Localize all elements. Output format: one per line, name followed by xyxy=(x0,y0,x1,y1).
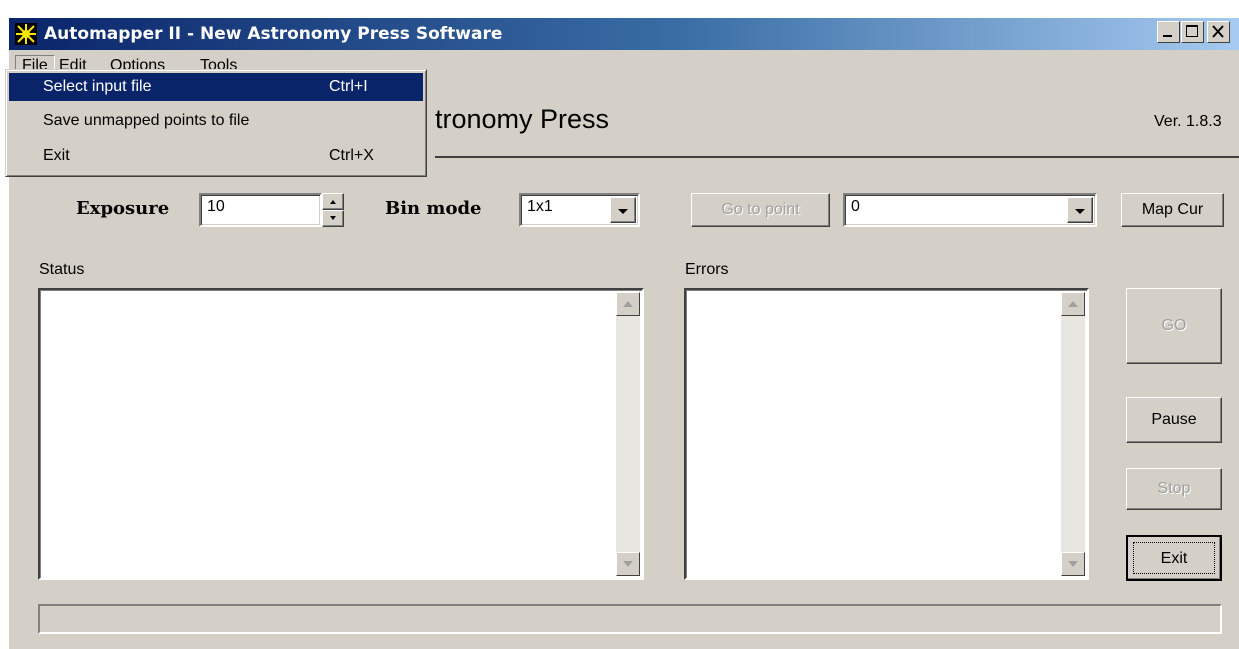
bin-mode-value: 1x1 xyxy=(527,198,553,215)
stop-button[interactable]: Stop xyxy=(1126,468,1222,510)
arrow-up-icon xyxy=(330,200,336,204)
close-button[interactable] xyxy=(1207,21,1230,43)
menu-item-label: Select input file xyxy=(43,78,152,95)
point-dropdown-button[interactable] xyxy=(1067,197,1093,223)
star-burst-icon xyxy=(15,23,37,45)
go-to-point-button[interactable]: Go to point xyxy=(691,193,830,227)
go-label: GO xyxy=(1161,317,1187,334)
map-cur-button[interactable]: Map Cur xyxy=(1121,193,1224,227)
go-to-point-label: Go to point xyxy=(721,201,800,218)
arrow-down-icon xyxy=(330,216,336,220)
errors-scroll-down[interactable] xyxy=(1061,552,1085,576)
status-scroll-up[interactable] xyxy=(616,292,640,316)
point-select[interactable]: 0 xyxy=(843,193,1097,227)
chevron-down-icon xyxy=(618,209,628,214)
menu-item-select-input-file[interactable]: Select input file Ctrl+I xyxy=(9,73,423,101)
file-menu-dropdown: Select input file Ctrl+I Save unmapped p… xyxy=(5,69,427,177)
window-title: Automapper II - New Astronomy Press Soft… xyxy=(44,24,503,44)
maximize-button[interactable] xyxy=(1181,21,1204,43)
status-scroll-down[interactable] xyxy=(616,552,640,576)
bin-mode-dropdown-button[interactable] xyxy=(610,197,636,223)
focus-indicator xyxy=(1133,542,1215,574)
bin-mode-select[interactable]: 1x1 xyxy=(519,193,640,227)
arrow-up-icon xyxy=(623,301,633,307)
exposure-spin-up[interactable] xyxy=(322,193,344,210)
arrow-down-icon xyxy=(1068,561,1078,567)
title-bar[interactable]: Automapper II - New Astronomy Press Soft… xyxy=(9,18,1239,50)
header-title: tronomy Press xyxy=(435,104,610,134)
menu-item-save-unmapped-points[interactable]: Save unmapped points to file xyxy=(9,107,423,135)
status-bar xyxy=(38,604,1222,634)
exposure-value: 10 xyxy=(207,198,225,215)
menu-item-exit[interactable]: Exit Ctrl+X xyxy=(9,142,423,170)
exposure-input[interactable]: 10 xyxy=(199,193,322,227)
go-button[interactable]: GO xyxy=(1126,288,1222,364)
errors-scroll-up[interactable] xyxy=(1061,292,1085,316)
exposure-spin-down[interactable] xyxy=(322,210,344,227)
stop-label: Stop xyxy=(1157,480,1191,497)
point-value: 0 xyxy=(851,198,860,215)
map-cur-label: Map Cur xyxy=(1141,201,1204,218)
chevron-down-icon xyxy=(1075,209,1085,214)
menu-item-label: Save unmapped points to file xyxy=(43,112,250,129)
close-icon xyxy=(1212,25,1224,38)
errors-label: Errors xyxy=(685,261,729,278)
errors-scrollbar[interactable] xyxy=(1061,292,1085,576)
menu-item-label: Exit xyxy=(43,147,70,164)
pause-label: Pause xyxy=(1151,411,1197,428)
arrow-up-icon xyxy=(1068,301,1078,307)
status-list[interactable] xyxy=(38,288,644,580)
maximize-icon xyxy=(1186,25,1198,37)
exposure-label: Exposure xyxy=(76,198,170,219)
version-label: Ver. 1.8.3 xyxy=(1154,113,1222,130)
header-divider xyxy=(435,156,1239,158)
arrow-down-icon xyxy=(623,561,633,567)
minimize-button[interactable] xyxy=(1157,21,1180,43)
minimize-icon xyxy=(1163,35,1172,37)
exit-button[interactable]: Exit xyxy=(1126,535,1222,581)
bin-mode-label: Bin mode xyxy=(385,198,482,219)
status-label: Status xyxy=(39,261,85,278)
menu-item-shortcut: Ctrl+I xyxy=(329,78,368,95)
menu-item-shortcut: Ctrl+X xyxy=(329,147,374,164)
status-scrollbar[interactable] xyxy=(616,292,640,576)
errors-list[interactable] xyxy=(684,288,1089,580)
pause-button[interactable]: Pause xyxy=(1126,397,1222,443)
